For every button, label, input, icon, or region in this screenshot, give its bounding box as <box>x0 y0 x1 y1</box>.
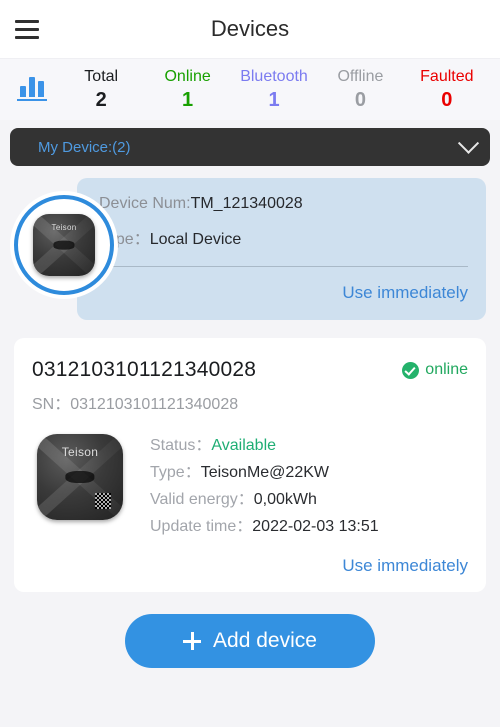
device-num-row: Device Num:TM_121340028 <box>99 194 468 214</box>
sn-label: SN： <box>32 396 71 413</box>
page-title: Devices <box>210 16 290 41</box>
stat-value: 0 <box>441 89 453 111</box>
detail-update-time: Update time：2022-02-03 13:51 <box>150 513 468 540</box>
stat-value: 0 <box>354 89 366 111</box>
detail-label: Type： <box>150 464 201 481</box>
device-group-dropdown[interactable]: My Device:(2) <box>10 128 490 166</box>
stat-label: Online <box>164 68 211 85</box>
detail-label: Update time： <box>150 518 253 535</box>
status-badge-text: online <box>425 361 468 378</box>
status-badge: online <box>402 361 468 379</box>
device-num-label: Device Num: <box>99 195 191 212</box>
card-divider <box>99 266 468 267</box>
brand-logo: Teison <box>61 445 99 460</box>
stat-label: Offline <box>337 68 384 85</box>
device-group-label: My Device:(2) <box>38 138 131 156</box>
stat-label: Total <box>84 68 119 85</box>
stat-faulted[interactable]: Faulted 0 <box>404 67 490 112</box>
detail-value: Available <box>211 437 277 454</box>
device-id: 0312103101121340028 <box>32 358 257 381</box>
device-stats-bar: Total 2 Online 1 Bluetooth 1 Offline 0 F… <box>0 58 500 120</box>
ev-charger-icon: Teison <box>33 214 95 276</box>
use-immediately-link-online[interactable]: Use immediately <box>32 556 468 576</box>
brand-logo: Teison <box>51 222 77 232</box>
detail-valid-energy: Valid energy：0,00kWh <box>150 486 468 513</box>
detail-value: 2022-02-03 13:51 <box>252 518 379 535</box>
plus-icon <box>183 632 202 650</box>
check-circle-icon <box>402 361 420 379</box>
device-sn-row: SN：0312103101121340028 <box>32 390 468 414</box>
local-device-card[interactable]: Device Num:TM_121340028 Type：Local Devic… <box>14 178 486 320</box>
menu-line <box>15 27 39 31</box>
chart-bar <box>38 80 44 97</box>
device-details: Status：Available Type：TeisonMe@22KW Vali… <box>150 430 468 540</box>
device-num-value: TM_121340028 <box>190 195 303 212</box>
stat-value: 1 <box>182 89 194 111</box>
add-device-button[interactable]: Add device <box>125 614 375 668</box>
detail-type: Type：TeisonMe@22KW <box>150 459 468 486</box>
detail-value: 0,00kWh <box>253 491 317 508</box>
chevron-down-icon[interactable] <box>457 132 480 154</box>
stat-label: Bluetooth <box>240 68 308 85</box>
app-header: Devices <box>0 0 500 58</box>
stat-value: 1 <box>268 89 280 111</box>
hamburger-menu-icon[interactable] <box>0 0 54 58</box>
detail-status: Status：Available <box>150 432 468 459</box>
stat-total[interactable]: Total 2 <box>58 67 144 112</box>
menu-line <box>15 35 39 39</box>
chart-bar <box>20 85 26 97</box>
online-device-card[interactable]: 0312103101121340028 online SN：0312103101… <box>14 338 486 592</box>
detail-label: Status： <box>150 437 212 454</box>
device-type-value: Local Device <box>149 231 242 248</box>
device-avatar: Teison <box>14 195 114 295</box>
stat-value: 2 <box>95 89 107 111</box>
device-thumbnail: Teison <box>32 430 128 540</box>
stat-online[interactable]: Online 1 <box>144 67 230 112</box>
chart-bar <box>29 76 35 97</box>
stat-offline[interactable]: Offline 0 <box>317 67 403 112</box>
stat-bluetooth[interactable]: Bluetooth 1 <box>231 67 317 112</box>
qr-code-icon <box>94 492 111 509</box>
stat-label: Faulted <box>420 68 474 85</box>
detail-label: Valid energy： <box>150 491 254 508</box>
ev-charger-icon: Teison <box>37 434 123 520</box>
add-device-label: Add device <box>213 629 317 652</box>
add-device-area: Add device <box>0 614 500 668</box>
use-immediately-link-local[interactable]: Use immediately <box>99 283 468 303</box>
sn-value: 0312103101121340028 <box>70 396 239 413</box>
device-type-row: Type：Local Device <box>99 230 468 250</box>
detail-value: TeisonMe@22KW <box>200 464 329 481</box>
menu-line <box>15 19 39 23</box>
bar-chart-icon <box>6 76 58 103</box>
